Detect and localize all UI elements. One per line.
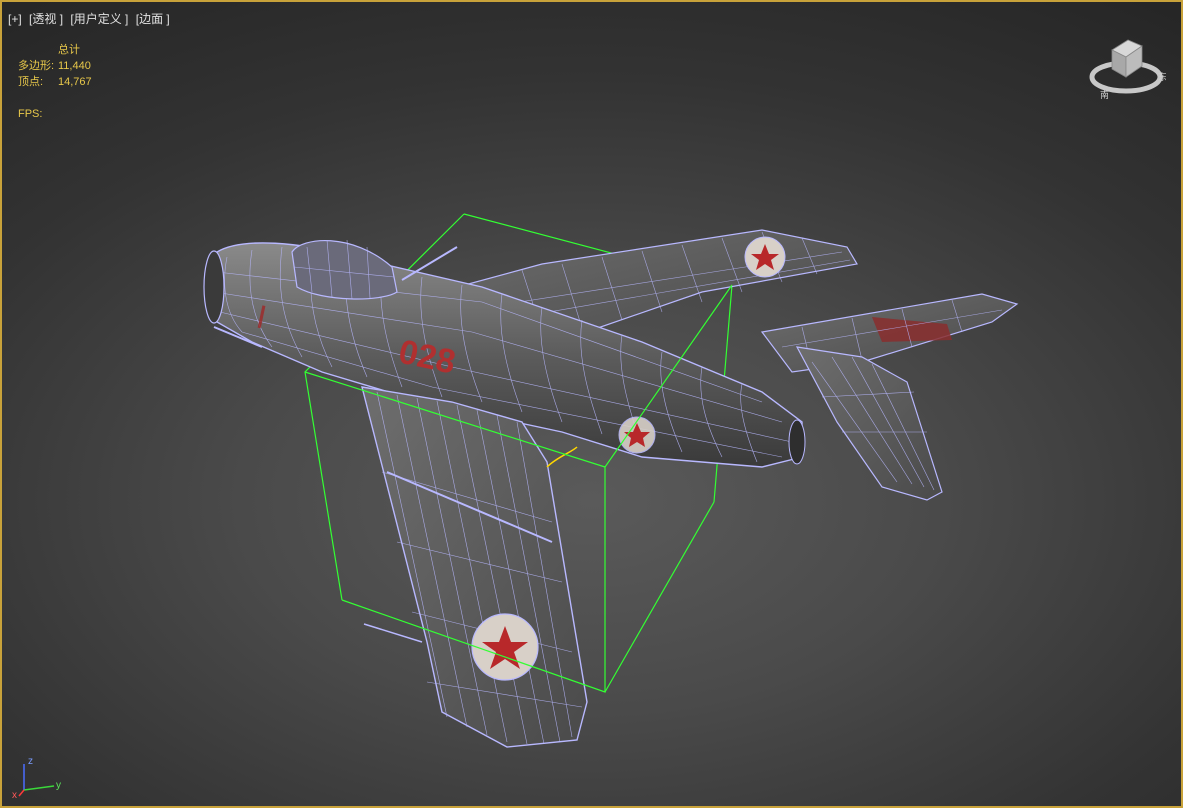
svg-text:东: 东	[1158, 71, 1166, 82]
axis-z-label: z	[28, 756, 33, 767]
viewcube-icon[interactable]: 东 南	[1086, 32, 1166, 102]
vertical-tail-fin[interactable]	[795, 346, 943, 501]
axis-y-label: y	[56, 780, 61, 791]
axis-x-label: x	[12, 790, 17, 799]
viewport-perspective[interactable]: [+] [透视 ] [用户定义 ] [边面 ] 总计 多边形: 11,440 顶…	[0, 0, 1183, 808]
near-wing[interactable]	[361, 386, 588, 748]
axis-tripod-icon: z y x	[12, 756, 61, 799]
cockpit-canopy	[291, 240, 398, 300]
aircraft-model-scene[interactable]: 028 |	[2, 2, 1181, 806]
svg-text:南: 南	[1100, 89, 1109, 100]
far-tailplane[interactable]	[760, 293, 1019, 373]
